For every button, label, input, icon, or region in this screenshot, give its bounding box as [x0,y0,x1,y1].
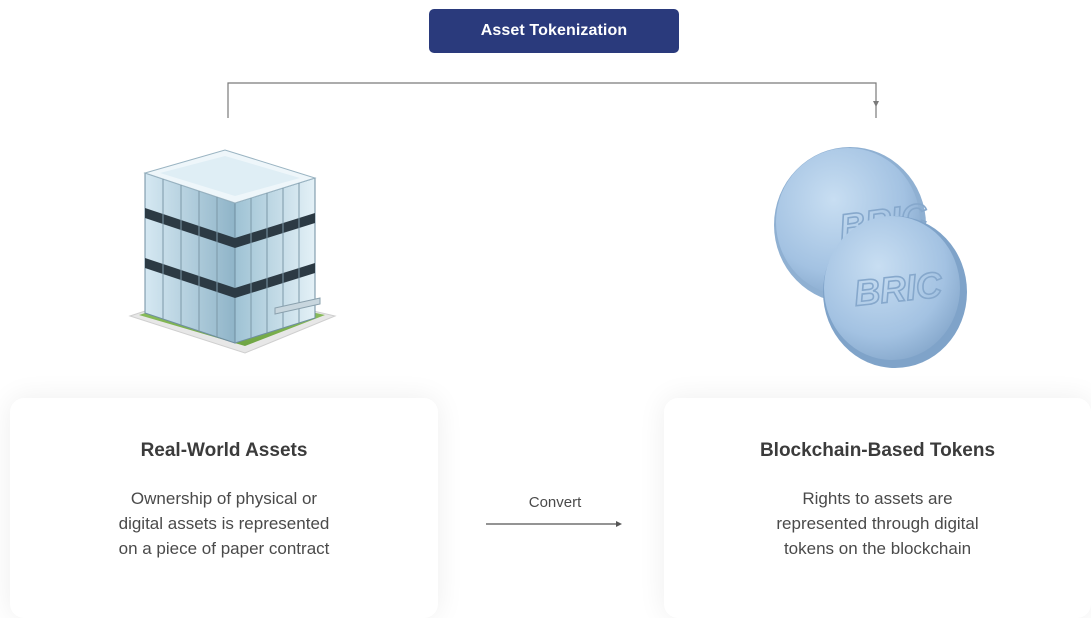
blockchain-tokens-card: Blockchain-Based Tokens Rights to assets… [664,398,1091,618]
right-card-line: tokens on the blockchain [783,539,972,558]
right-card-description: Rights to assets are represented through… [664,486,1091,561]
right-card-line: represented through digital [776,514,979,533]
convert-arrowhead [616,521,622,527]
left-card-line: on a piece of paper contract [118,539,330,558]
left-card-title: Real-World Assets [140,440,308,461]
real-world-assets-card: Real-World Assets Ownership of physical … [10,398,438,618]
convert-label: Convert [528,494,582,511]
right-card-title: Blockchain-Based Tokens [759,440,996,461]
left-card-line: Ownership of physical or [130,489,318,508]
bric-token-coins-icon: BRIC BRIC [770,140,970,372]
right-card-line: Rights to assets are [802,489,953,508]
left-card-line: digital assets is represented [118,514,330,533]
office-building-icon [125,148,340,358]
bracket-line [227,82,877,118]
left-card-description: Ownership of physical or digital assets … [10,486,438,561]
bracket-arrowhead [873,101,879,107]
